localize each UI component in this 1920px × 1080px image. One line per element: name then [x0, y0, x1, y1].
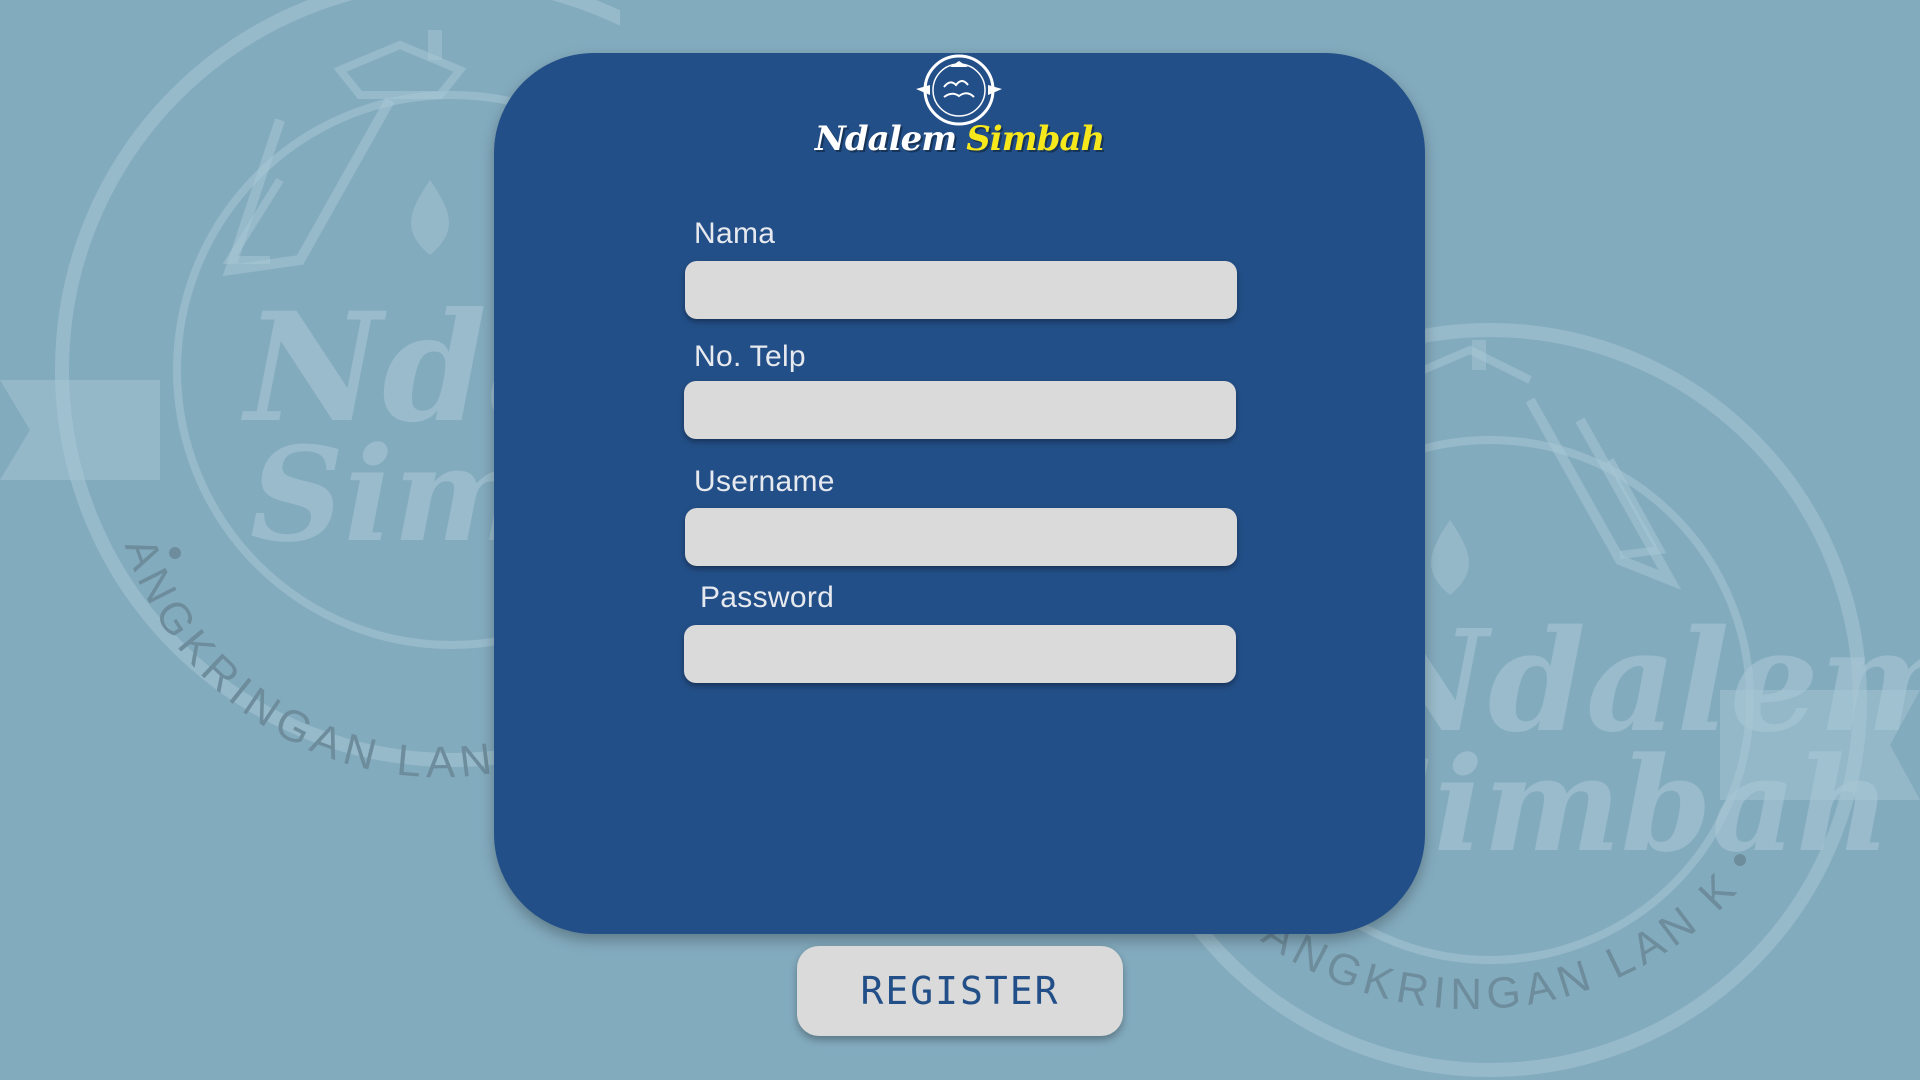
svg-text:ANGKRINGAN LAN KOPIAN: ANGKRINGAN LAN KOPIAN — [0, 0, 554, 787]
register-button[interactable]: REGISTER — [797, 946, 1123, 1036]
brand-header: Ndalem Simbah — [494, 53, 1425, 173]
nama-input[interactable] — [685, 261, 1237, 319]
no-telp-label: No. Telp — [694, 340, 806, 373]
brand-wordmark: Ndalem Simbah — [494, 119, 1425, 159]
ndalem-simbah-logo-icon — [916, 54, 1002, 126]
brand-name-part2: Simbah — [966, 119, 1105, 159]
username-input[interactable] — [685, 508, 1237, 566]
nama-label: Nama — [694, 217, 776, 250]
no-telp-input[interactable] — [684, 381, 1236, 439]
username-label: Username — [694, 465, 835, 498]
password-input[interactable] — [684, 625, 1236, 683]
watermark-right-word1: Ndalem — [1356, 600, 1920, 764]
register-card: Ndalem Simbah Nama No. Telp Username Pass… — [494, 53, 1425, 934]
watermark-left-ring-text: ANGKRINGAN LAN KOPIAN — [0, 0, 548, 787]
password-label: Password — [700, 581, 835, 614]
brand-name-part1: Ndalem — [814, 119, 957, 159]
